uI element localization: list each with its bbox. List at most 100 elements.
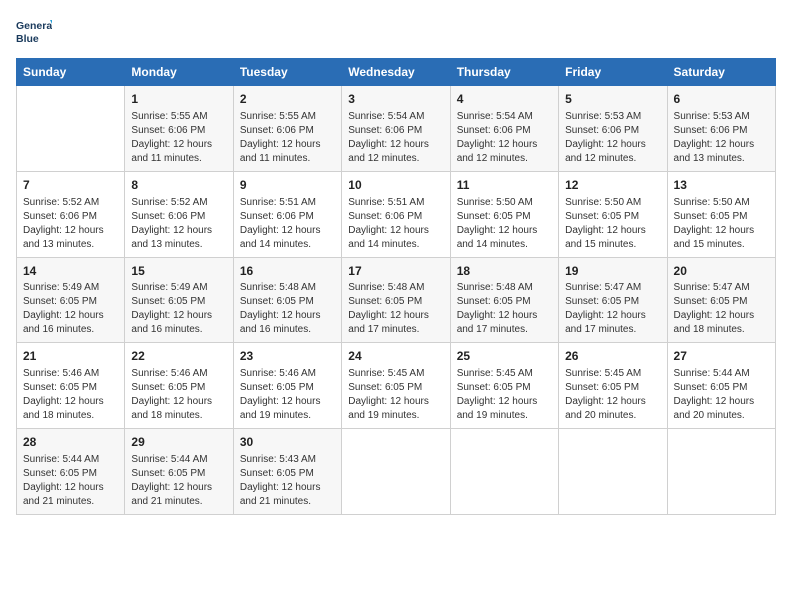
header-cell: Sunday [17, 59, 125, 86]
day-info: Sunrise: 5:53 AM Sunset: 6:06 PM Dayligh… [565, 110, 660, 166]
calendar-cell: 3Sunrise: 5:54 AM Sunset: 6:06 PM Daylig… [342, 86, 450, 172]
day-info: Sunrise: 5:51 AM Sunset: 6:06 PM Dayligh… [240, 196, 335, 252]
day-number: 28 [23, 434, 118, 451]
calendar-cell: 26 Sunrise: 5:45 AM Sunset: 6:05 PM Dayli… [559, 343, 667, 429]
calendar-cell: 13 Sunrise: 5:50 AM Sunset: 6:05 PM Dayli… [667, 171, 775, 257]
calendar-cell: 19Sunrise: 5:47 AM Sunset: 6:05 PM Dayli… [559, 257, 667, 343]
header-cell: Thursday [450, 59, 558, 86]
logo: General Blue [16, 16, 52, 48]
day-number: 26 [565, 348, 660, 365]
day-number: 4 [457, 91, 552, 108]
calendar-cell [450, 429, 558, 515]
calendar-cell: 8 Sunrise: 5:52 AM Sunset: 6:06 PM Daylig… [125, 171, 233, 257]
calendar-body: 1 Sunrise: 5:55 AM Sunset: 6:06 PM Daylig… [17, 86, 776, 515]
calendar-cell: 23 Sunrise: 5:46 AM Sunset: 6:05 PM Dayli… [233, 343, 341, 429]
day-number: 13 [674, 177, 769, 194]
day-number: 19 [565, 263, 660, 280]
calendar-cell: 4Sunrise: 5:54 AM Sunset: 6:06 PM Daylig… [450, 86, 558, 172]
calendar-week-row: 1 Sunrise: 5:55 AM Sunset: 6:06 PM Daylig… [17, 86, 776, 172]
calendar-cell: 30 Sunrise: 5:43 AM Sunset: 6:05 PM Dayli… [233, 429, 341, 515]
day-info: Sunrise: 5:45 AM Sunset: 6:05 PM Dayligh… [457, 367, 552, 423]
day-info: Sunrise: 5:44 AM Sunset: 6:05 PM Dayligh… [23, 453, 118, 509]
day-number: 15 [131, 263, 226, 280]
calendar-cell: 10 Sunrise: 5:51 AM Sunset: 6:06 PM Dayli… [342, 171, 450, 257]
day-number: 20 [674, 263, 769, 280]
day-info: Sunrise: 5:46 AM Sunset: 6:05 PM Dayligh… [131, 367, 226, 423]
header-cell: Monday [125, 59, 233, 86]
day-number: 23 [240, 348, 335, 365]
day-info: Sunrise: 5:52 AM Sunset: 6:06 PM Dayligh… [23, 196, 118, 252]
day-number: 25 [457, 348, 552, 365]
day-info: Sunrise: 5:47 AM Sunset: 6:05 PM Dayligh… [674, 281, 769, 337]
calendar-cell: 5Sunrise: 5:53 AM Sunset: 6:06 PM Daylig… [559, 86, 667, 172]
calendar-week-row: 14 Sunrise: 5:49 AM Sunset: 6:05 PM Dayli… [17, 257, 776, 343]
day-number: 22 [131, 348, 226, 365]
day-info: Sunrise: 5:49 AM Sunset: 6:05 PM Dayligh… [131, 281, 226, 337]
header-cell: Tuesday [233, 59, 341, 86]
day-info: Sunrise: 5:44 AM Sunset: 6:05 PM Dayligh… [674, 367, 769, 423]
calendar-cell [667, 429, 775, 515]
day-info: Sunrise: 5:48 AM Sunset: 6:05 PM Dayligh… [348, 281, 443, 337]
calendar-table: SundayMondayTuesdayWednesdayThursdayFrid… [16, 58, 776, 515]
calendar-cell: 14Sunrise: 5:49 AM Sunset: 6:05 PM Dayli… [17, 257, 125, 343]
calendar-cell: 18Sunrise: 5:48 AM Sunset: 6:05 PM Dayli… [450, 257, 558, 343]
svg-text:Blue: Blue [16, 33, 39, 45]
calendar-cell: 27Sunrise: 5:44 AM Sunset: 6:05 PM Dayli… [667, 343, 775, 429]
day-info: Sunrise: 5:50 AM Sunset: 6:05 PM Dayligh… [457, 196, 552, 252]
day-info: Sunrise: 5:50 AM Sunset: 6:05 PM Dayligh… [674, 196, 769, 252]
day-number: 11 [457, 177, 552, 194]
day-info: Sunrise: 5:54 AM Sunset: 6:06 PM Dayligh… [348, 110, 443, 166]
calendar-cell: 24Sunrise: 5:45 AM Sunset: 6:05 PM Dayli… [342, 343, 450, 429]
day-info: Sunrise: 5:48 AM Sunset: 6:05 PM Dayligh… [457, 281, 552, 337]
day-number: 9 [240, 177, 335, 194]
calendar-cell: 20Sunrise: 5:47 AM Sunset: 6:05 PM Dayli… [667, 257, 775, 343]
calendar-cell: 15Sunrise: 5:49 AM Sunset: 6:05 PM Dayli… [125, 257, 233, 343]
calendar-cell: 7 Sunrise: 5:52 AM Sunset: 6:06 PM Daylig… [17, 171, 125, 257]
calendar-cell [342, 429, 450, 515]
day-number: 17 [348, 263, 443, 280]
calendar-cell: 2 Sunrise: 5:55 AM Sunset: 6:06 PM Daylig… [233, 86, 341, 172]
day-number: 1 [131, 91, 226, 108]
day-number: 8 [131, 177, 226, 194]
calendar-week-row: 7 Sunrise: 5:52 AM Sunset: 6:06 PM Daylig… [17, 171, 776, 257]
logo-svg: General Blue [16, 16, 52, 48]
day-info: Sunrise: 5:52 AM Sunset: 6:06 PM Dayligh… [131, 196, 226, 252]
day-info: Sunrise: 5:47 AM Sunset: 6:05 PM Dayligh… [565, 281, 660, 337]
svg-text:General: General [16, 20, 52, 32]
day-info: Sunrise: 5:51 AM Sunset: 6:06 PM Dayligh… [348, 196, 443, 252]
day-number: 14 [23, 263, 118, 280]
calendar-cell: 11 Sunrise: 5:50 AM Sunset: 6:05 PM Dayli… [450, 171, 558, 257]
day-info: Sunrise: 5:44 AM Sunset: 6:05 PM Dayligh… [131, 453, 226, 509]
day-info: Sunrise: 5:46 AM Sunset: 6:05 PM Dayligh… [240, 367, 335, 423]
calendar-cell [559, 429, 667, 515]
day-info: Sunrise: 5:45 AM Sunset: 6:05 PM Dayligh… [348, 367, 443, 423]
day-number: 21 [23, 348, 118, 365]
calendar-cell: 29 Sunrise: 5:44 AM Sunset: 6:05 PM Dayli… [125, 429, 233, 515]
day-number: 12 [565, 177, 660, 194]
calendar-cell: 21Sunrise: 5:46 AM Sunset: 6:05 PM Dayli… [17, 343, 125, 429]
day-number: 30 [240, 434, 335, 451]
calendar-week-row: 21 Sunrise: 5:46 AM Sunset: 6:05 PM Dayli… [17, 343, 776, 429]
calendar-cell: 9 Sunrise: 5:51 AM Sunset: 6:06 PM Daylig… [233, 171, 341, 257]
day-info: Sunrise: 5:55 AM Sunset: 6:06 PM Dayligh… [131, 110, 226, 166]
day-number: 16 [240, 263, 335, 280]
day-info: Sunrise: 5:43 AM Sunset: 6:05 PM Dayligh… [240, 453, 335, 509]
day-number: 6 [674, 91, 769, 108]
day-number: 7 [23, 177, 118, 194]
day-info: Sunrise: 5:45 AM Sunset: 6:05 PM Dayligh… [565, 367, 660, 423]
calendar-cell: 16Sunrise: 5:48 AM Sunset: 6:05 PM Dayli… [233, 257, 341, 343]
day-number: 2 [240, 91, 335, 108]
day-info: Sunrise: 5:48 AM Sunset: 6:05 PM Dayligh… [240, 281, 335, 337]
calendar-cell: 17Sunrise: 5:48 AM Sunset: 6:05 PM Dayli… [342, 257, 450, 343]
calendar-cell: 28 Sunrise: 5:44 AM Sunset: 6:05 PM Dayli… [17, 429, 125, 515]
header: General Blue [16, 16, 776, 48]
calendar-cell: 12Sunrise: 5:50 AM Sunset: 6:05 PM Dayli… [559, 171, 667, 257]
header-row: SundayMondayTuesdayWednesdayThursdayFrid… [17, 59, 776, 86]
day-info: Sunrise: 5:53 AM Sunset: 6:06 PM Dayligh… [674, 110, 769, 166]
day-info: Sunrise: 5:55 AM Sunset: 6:06 PM Dayligh… [240, 110, 335, 166]
day-number: 29 [131, 434, 226, 451]
day-number: 10 [348, 177, 443, 194]
calendar-cell: 22 Sunrise: 5:46 AM Sunset: 6:05 PM Dayli… [125, 343, 233, 429]
calendar-cell [17, 86, 125, 172]
header-cell: Saturday [667, 59, 775, 86]
